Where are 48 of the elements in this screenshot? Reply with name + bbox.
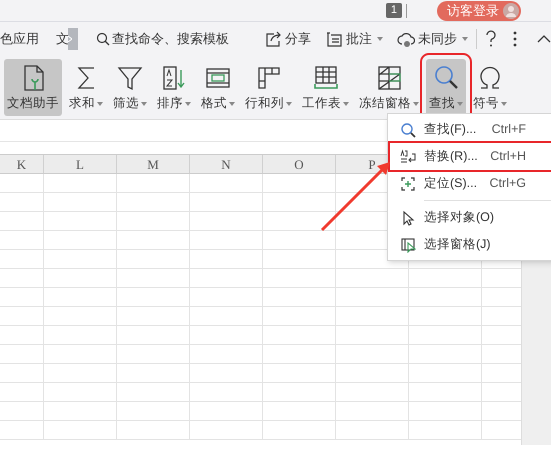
menu-item[interactable]: 选择对象(O) — [390, 204, 551, 231]
chevron-right-icon — [68, 36, 72, 42]
ribbon-button[interactable]: 文档助手 — [4, 59, 62, 116]
ribbon-button[interactable]: 格式 — [198, 59, 238, 116]
menu-item-label: 选择对象(O) — [424, 209, 494, 226]
column-header[interactable]: L — [44, 155, 117, 173]
menu-item[interactable]: 选择窗格(J) — [390, 231, 551, 258]
toolbar-button[interactable]: 批注 — [325, 29, 383, 49]
column-header[interactable]: M — [117, 155, 190, 173]
menu-item-label: 替换(R)... — [424, 148, 478, 166]
menu-tab[interactable]: 色应用 — [0, 29, 56, 49]
column-header[interactable]: O — [263, 155, 336, 173]
menu-item-label: 查找(F)... — [424, 121, 476, 138]
ribbon-button[interactable]: 筛选 — [110, 59, 150, 116]
toolbar-button[interactable]: 分享 — [264, 29, 311, 49]
shortcut-label: Ctrl+F — [492, 121, 526, 138]
ribbon-button[interactable]: 查找 — [426, 59, 466, 116]
toolbar-button[interactable]: 未同步 — [397, 29, 468, 49]
menu-item[interactable]: 定位(S)... Ctrl+G — [390, 170, 551, 197]
shortcut-label: Ctrl+G — [490, 175, 526, 192]
search-icon — [96, 32, 110, 46]
more-options-icon[interactable] — [513, 31, 517, 47]
avatar-icon — [503, 2, 519, 18]
annotation-arrow — [320, 160, 392, 232]
menu-tab[interactable]: 文 — [56, 29, 68, 49]
pane-cursor-icon — [400, 236, 416, 252]
help-icon[interactable] — [485, 30, 497, 48]
ribbon-button[interactable]: 符号 — [470, 59, 510, 116]
menu-item-label: 选择窗格(J) — [424, 236, 491, 254]
menu-item[interactable]: 查找(F)... Ctrl+F — [390, 116, 551, 143]
replace-text-icon — [400, 148, 416, 164]
ribbon-button[interactable]: 行和列 — [242, 59, 295, 116]
column-header[interactable]: K — [0, 155, 44, 173]
ribbon-button[interactable]: 求和 — [66, 59, 106, 116]
menu-item-label: 定位(S)... — [424, 175, 478, 192]
shortcut-label: Ctrl+H — [490, 148, 526, 166]
comment-note-icon — [325, 30, 343, 48]
magnifier-icon — [400, 122, 416, 138]
ribbon-button[interactable]: 工作表 — [299, 59, 352, 116]
column-header[interactable]: N — [190, 155, 263, 173]
crosshair-frame-icon — [400, 176, 416, 192]
ribbon-button[interactable]: 冻结窗格 — [356, 59, 422, 116]
window-count-badge[interactable]: 1 — [386, 3, 402, 18]
collapse-ribbon-icon[interactable] — [537, 35, 551, 43]
command-search-field[interactable]: 查找命令、搜索模板 — [96, 29, 236, 49]
share-icon — [264, 30, 282, 48]
ribbon-button[interactable]: 排序 — [154, 59, 194, 116]
cloud-icon — [397, 30, 415, 48]
